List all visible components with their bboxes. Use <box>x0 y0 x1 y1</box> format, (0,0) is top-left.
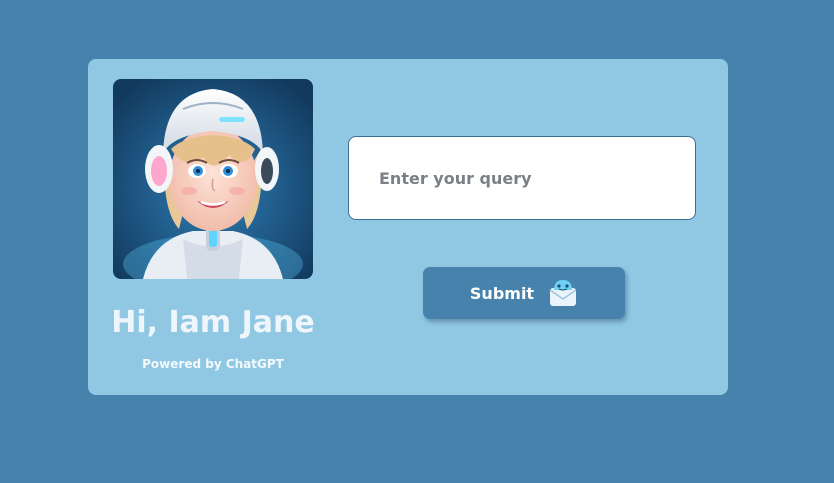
query-input[interactable] <box>348 136 696 220</box>
submit-label: Submit <box>469 283 535 303</box>
chat-card: Hi, Iam Jane Powered by ChatGPT Submit <box>88 59 728 395</box>
submit-button[interactable]: Submit <box>423 267 625 319</box>
powered-by-label: Powered by ChatGPT <box>142 357 284 371</box>
mail-icon <box>548 278 578 308</box>
greeting-title: Hi, Iam Jane <box>111 305 315 340</box>
robot-girl-avatar-icon <box>113 79 313 279</box>
